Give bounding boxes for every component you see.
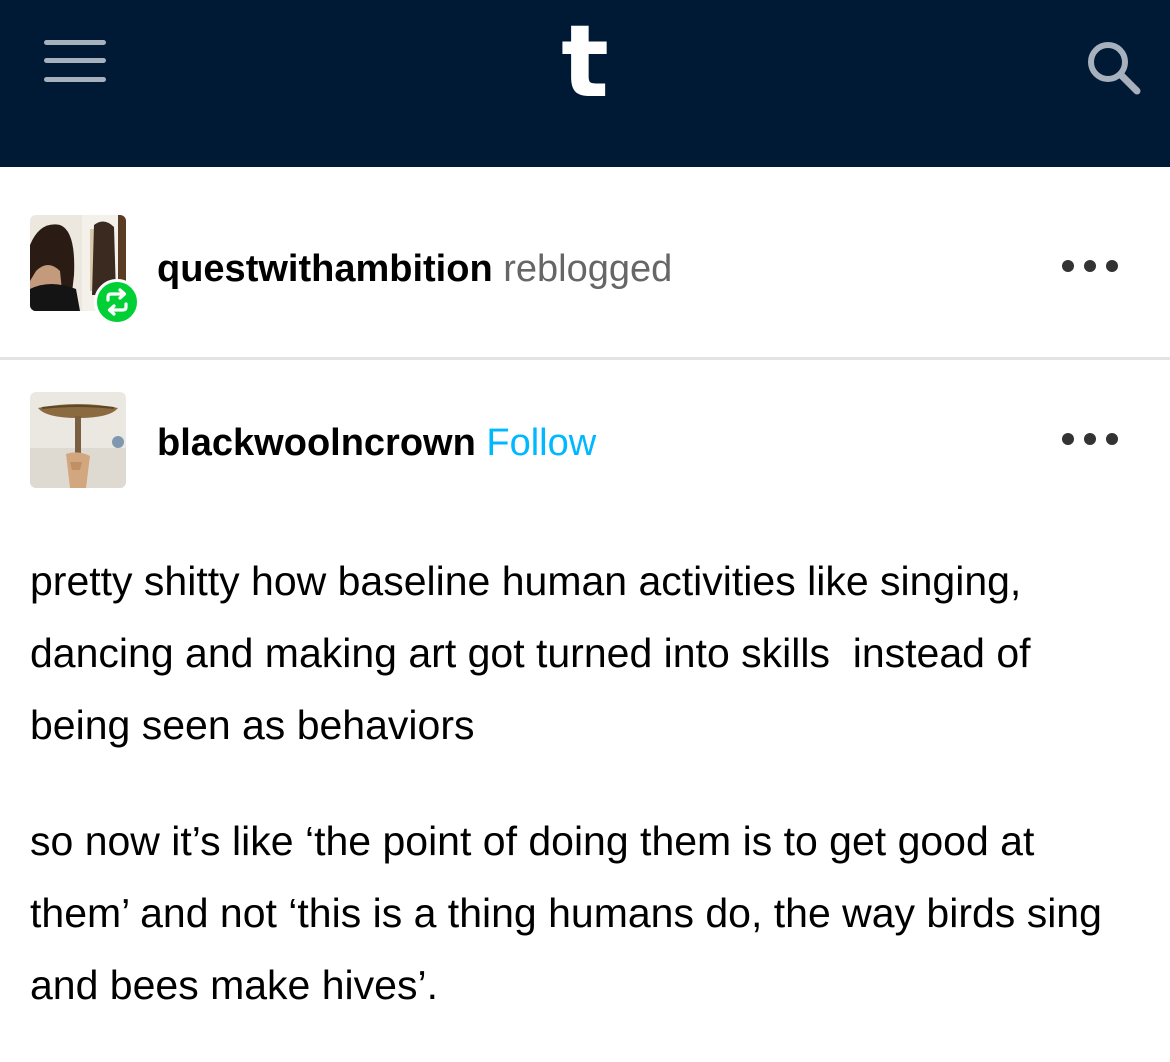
author-avatar[interactable]	[30, 392, 126, 488]
tumblr-logo[interactable]: t	[545, 12, 625, 112]
more-options-icon[interactable]	[1062, 431, 1120, 447]
post-paragraph: pretty shitty how baseline human activit…	[30, 558, 1042, 748]
more-options-icon[interactable]	[1062, 258, 1120, 274]
reblogger-blogname[interactable]: questwithambition	[157, 248, 493, 290]
post-paragraph: so now it’s like ‘the point of doing the…	[30, 818, 1114, 1008]
search-icon[interactable]	[1084, 38, 1142, 96]
author-avatar-image	[30, 392, 126, 488]
reblog-icon	[94, 279, 140, 325]
top-nav-bar: t	[0, 0, 1170, 167]
post-body: pretty shitty how baseline human activit…	[30, 545, 1140, 1021]
post-header: blackwoolncrown Follow	[0, 360, 1170, 500]
reblogged-label: reblogged	[503, 248, 673, 290]
reblog-attribution: questwithambition reblogged	[157, 247, 672, 291]
author-blogname[interactable]: blackwoolncrown	[157, 422, 476, 464]
hamburger-menu-icon[interactable]	[44, 40, 106, 84]
follow-button[interactable]: Follow	[486, 422, 596, 464]
author-line: blackwoolncrown Follow	[157, 421, 596, 465]
reblog-header: questwithambition reblogged	[0, 167, 1170, 359]
